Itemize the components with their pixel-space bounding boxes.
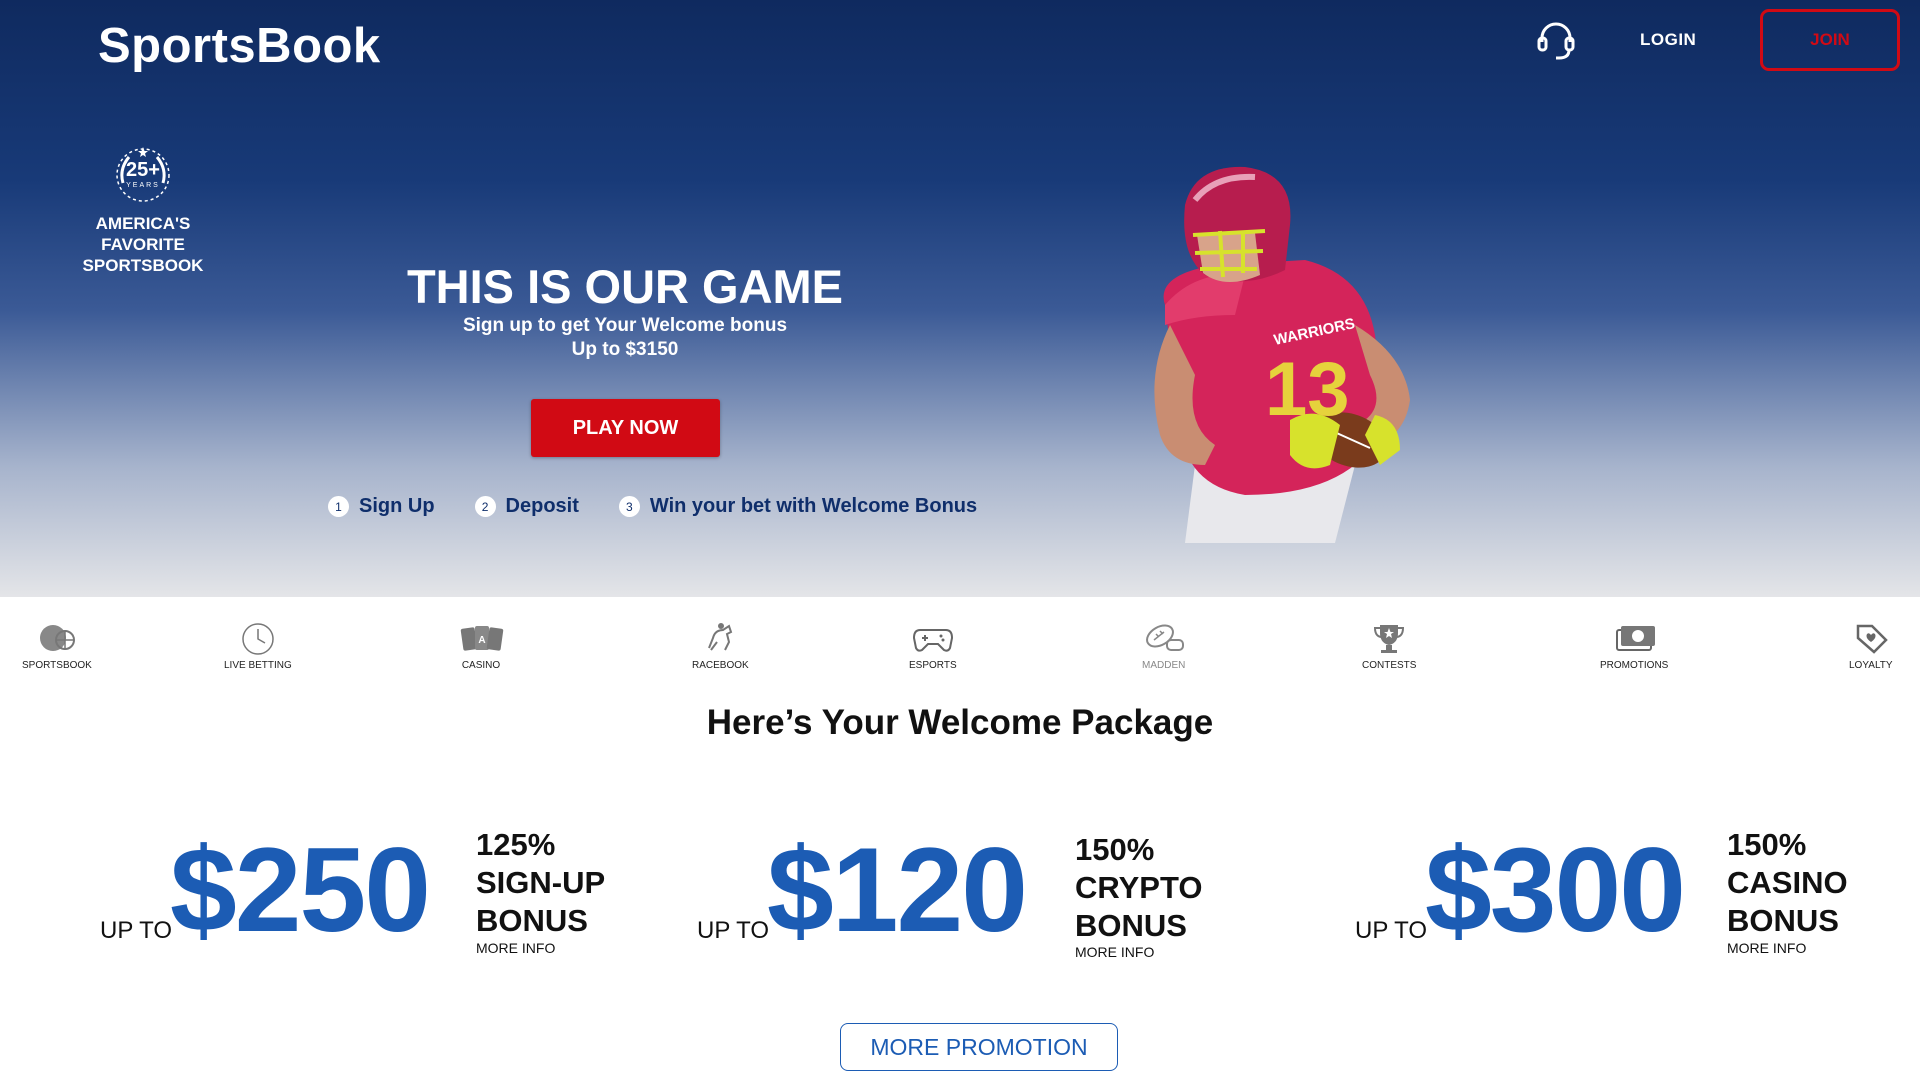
category-nav: SPORTSBOOK LIVE BETTING A CASINO RACEBOO… (0, 620, 1920, 680)
bonus-word: BONUS (1075, 908, 1187, 943)
bonus-type: SIGN-UP (476, 865, 606, 900)
nav-label: SPORTSBOOK (22, 660, 92, 671)
svg-text:A: A (478, 635, 485, 646)
nav-label: ESPORTS (909, 660, 957, 671)
anniversary-badge: 25+ YEARS AMERICA'S FAVORITE SPORTSBOOK (74, 143, 212, 276)
play-now-button[interactable]: PLAY NOW (531, 399, 720, 457)
nav-item-casino[interactable]: A CASINO (456, 620, 506, 671)
svg-text:13: 13 (1265, 347, 1350, 432)
hero-title: THIS IS OUR GAME (406, 260, 844, 313)
bonus-type: CASINO (1727, 865, 1848, 900)
nav-item-contests[interactable]: CONTESTS (1362, 620, 1416, 671)
clock-icon (242, 623, 274, 655)
football-player-image: 13 WARRIORS (1154, 166, 1410, 543)
cards-icon: A (460, 626, 504, 651)
bonus-casino[interactable]: UP TO $300 150% CASINO BONUS MORE INFO (1355, 820, 1895, 960)
step-sign-up: 1 Sign Up (328, 495, 435, 518)
signup-steps: 1 Sign Up 2 Deposit 3 Win your bet with … (328, 495, 977, 518)
step-number: 3 (618, 496, 640, 517)
nav-label: MADDEN (1142, 660, 1186, 671)
svg-text:YEARS: YEARS (126, 182, 160, 189)
bonus-amount: $120 (767, 823, 1028, 957)
more-info-link[interactable]: MORE INFO (476, 940, 555, 956)
bonus-description: 150% CASINO BONUS (1727, 826, 1848, 940)
sports-balls-icon (39, 625, 75, 651)
bonus-upto: UP TO (697, 917, 770, 944)
step-win: 3 Win your bet with Welcome Bonus (618, 495, 978, 518)
step-number: 1 (328, 496, 349, 517)
nav-label: RACEBOOK (692, 660, 749, 671)
nav-item-madden[interactable]: MADDEN (1142, 620, 1185, 671)
site-logo[interactable]: SportsBook (98, 18, 381, 74)
more-info-link[interactable]: MORE INFO (1075, 944, 1154, 960)
hero-section: SportsBook LOGIN JOIN 25+ YEARS AMERICA'… (0, 0, 1920, 597)
nav-item-live-betting[interactable]: LIVE BETTING (224, 620, 292, 671)
bonus-type: CRYPTO (1075, 870, 1203, 905)
step-label: Sign Up (359, 495, 435, 517)
step-label: Deposit (505, 495, 579, 517)
more-info-link[interactable]: MORE INFO (1727, 940, 1806, 956)
bonus-description: 150% CRYPTO BONUS (1075, 831, 1202, 945)
bonus-word: BONUS (476, 903, 588, 938)
nav-item-racebook[interactable]: RACEBOOK (692, 620, 749, 671)
nav-label: LIVE BETTING (224, 660, 292, 671)
nav-label: LOYALTY (1849, 660, 1893, 671)
bonus-amount: $250 (170, 823, 431, 957)
nav-label: CASINO (461, 660, 501, 671)
horse-racing-icon (708, 623, 733, 651)
join-button[interactable]: JOIN (1760, 9, 1900, 71)
hero-copy: THIS IS OUR GAME Sign up to get Your Wel… (380, 260, 870, 362)
nav-label: CONTESTS (1362, 660, 1417, 671)
bonus-upto: UP TO (1355, 917, 1428, 944)
bonus-description: 125% SIGN-UP BONUS (476, 826, 605, 940)
gamepad-icon (912, 629, 953, 652)
bonus-crypto[interactable]: UP TO $120 150% CRYPTO BONUS MORE INFO (697, 820, 1217, 960)
tag-heart-icon (1856, 624, 1888, 654)
more-promotion-button[interactable]: MORE PROMOTION (840, 1023, 1118, 1071)
svg-text:25+: 25+ (126, 159, 160, 181)
welcome-package-heading: Here’s Your Welcome Package (706, 703, 1214, 742)
step-label: Win your bet with Welcome Bonus (649, 495, 978, 517)
money-icon (1616, 626, 1656, 651)
bonus-percent: 125% (476, 827, 556, 862)
bonus-signup[interactable]: UP TO $250 125% SIGN-UP BONUS MORE INFO (100, 820, 620, 960)
hero-subtitle: Sign up to get Your Welcome bonus (462, 315, 788, 336)
page: SportsBook LOGIN JOIN 25+ YEARS AMERICA'… (0, 0, 1920, 1080)
bonus-percent: 150% (1727, 827, 1807, 862)
bonus-upto: UP TO (100, 917, 173, 944)
nav-item-promotions[interactable]: PROMOTIONS (1600, 620, 1668, 671)
bonus-amount: $300 (1425, 823, 1686, 957)
headset-icon[interactable] (1534, 18, 1578, 62)
login-link[interactable]: LOGIN (1640, 30, 1696, 50)
nav-item-esports[interactable]: ESPORTS (909, 620, 957, 671)
badge-text: AMERICA'S FAVORITE SPORTSBOOK (82, 214, 204, 275)
nav-item-sportsbook[interactable]: SPORTSBOOK (22, 620, 92, 671)
football-controller-icon (1145, 624, 1184, 651)
step-deposit: 2 Deposit (474, 495, 579, 518)
nav-item-loyalty[interactable]: LOYALTY (1849, 620, 1893, 671)
bonus-percent: 150% (1075, 832, 1155, 867)
hero-subtitle-amount: Up to $3150 (571, 339, 679, 360)
laurel-emblem-icon: 25+ YEARS (116, 147, 170, 202)
step-number: 2 (474, 496, 496, 517)
trophy-icon (1374, 625, 1405, 653)
nav-label: PROMOTIONS (1600, 660, 1669, 671)
bonus-word: BONUS (1727, 903, 1839, 938)
